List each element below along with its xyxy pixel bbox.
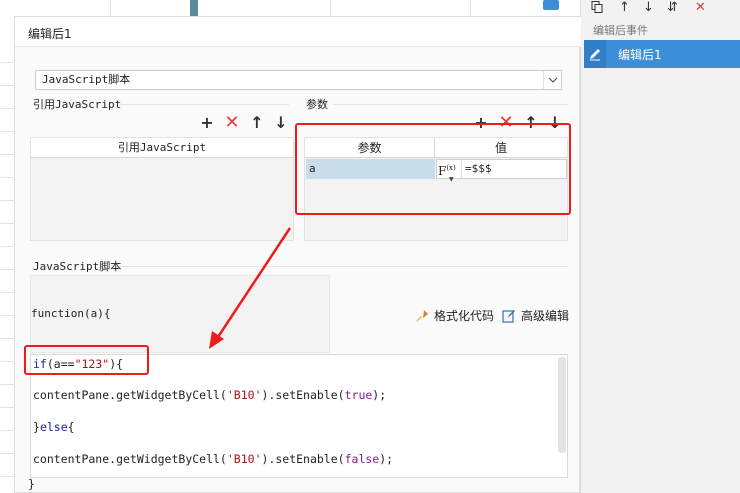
annotation-arrow xyxy=(209,227,292,349)
